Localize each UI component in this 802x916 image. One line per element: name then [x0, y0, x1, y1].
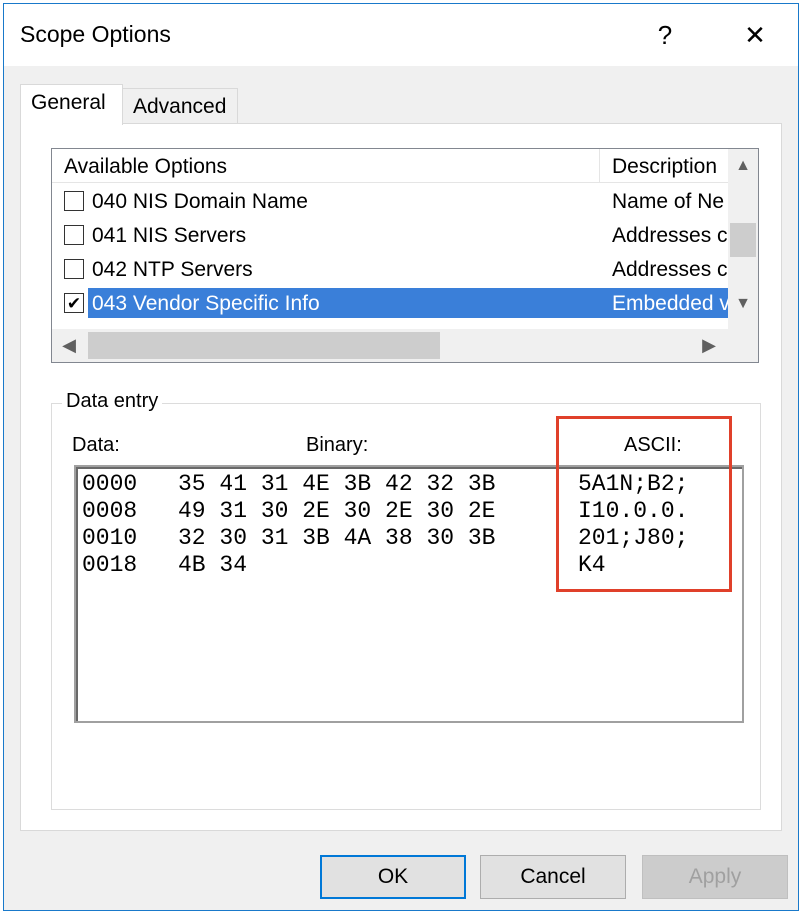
apply-button[interactable]: Apply	[642, 855, 788, 899]
option-description: Name of Ne	[612, 190, 725, 213]
hex-ascii[interactable]: 5A1N;B2;	[578, 471, 688, 498]
hex-offset: 0008	[82, 498, 138, 524]
hex-bytes[interactable]: 35 41 31 4E 3B 42 32 3B	[178, 471, 495, 498]
help-button[interactable]: ?	[630, 4, 700, 66]
column-header-description[interactable]: Description	[600, 149, 728, 183]
hex-offset: 0010	[82, 525, 138, 551]
tab-strip: General Advanced	[20, 84, 780, 125]
scroll-left-arrow-icon[interactable]: ◀	[52, 329, 86, 362]
help-icon: ?	[657, 19, 673, 50]
column-header-available-options[interactable]: Available Options	[52, 149, 600, 183]
option-name: 042 NTP Servers	[92, 258, 253, 281]
hex-row: 0008 49 31 30 2E 30 2E 30 2E I10.0.0.	[82, 498, 688, 525]
data-entry-label: Data entry	[62, 390, 163, 413]
tab-general[interactable]: General	[20, 84, 123, 125]
option-checkbox[interactable]	[64, 259, 84, 279]
option-checkbox[interactable]	[64, 225, 84, 245]
tab-advanced[interactable]: Advanced	[122, 88, 238, 124]
vertical-scrollbar[interactable]: ▲ ▼	[728, 149, 758, 329]
list-item[interactable]: 042 NTP Servers Addresses c	[52, 252, 728, 286]
hex-offset: 0000	[82, 471, 138, 497]
option-name: 043 Vendor Specific Info	[88, 288, 600, 318]
general-tab-panel: Available Options Description 040 NIS Do…	[20, 123, 782, 831]
horizontal-scroll-thumb[interactable]	[88, 332, 440, 359]
ok-button[interactable]: OK	[320, 855, 466, 899]
horizontal-scrollbar[interactable]: ◀ ▶	[52, 329, 728, 362]
option-description: Embedded v	[600, 288, 728, 318]
data-label: Data:	[72, 434, 120, 456]
hex-row: 0018 4B 34 K4	[82, 552, 606, 579]
scrollbar-corner	[728, 329, 758, 362]
ascii-label: ASCII:	[624, 434, 682, 456]
hex-row: 0000 35 41 31 4E 3B 42 32 3B 5A1N;B2;	[82, 471, 688, 498]
option-name: 040 NIS Domain Name	[92, 190, 308, 213]
hex-ascii[interactable]: 201;J80;	[578, 525, 688, 552]
checkmark-icon: ✔	[66, 293, 82, 313]
hex-ascii[interactable]: K4	[578, 552, 606, 579]
hex-offset: 0018	[82, 552, 138, 578]
available-options-list[interactable]: Available Options Description 040 NIS Do…	[51, 148, 759, 363]
hex-ascii[interactable]: I10.0.0.	[578, 498, 688, 525]
scroll-right-arrow-icon[interactable]: ▶	[692, 329, 726, 362]
binary-label: Binary:	[306, 434, 369, 456]
option-description: Addresses c	[612, 224, 728, 247]
data-entry-group: Data entry Data: Binary: ASCII: 0000 35 …	[51, 390, 761, 810]
scroll-up-arrow-icon[interactable]: ▲	[728, 151, 758, 181]
close-button[interactable]: ✕	[720, 4, 790, 66]
scope-options-dialog: Scope Options ? ✕ General Advanced Avail…	[3, 3, 799, 911]
list-header: Available Options Description	[52, 149, 728, 183]
hex-bytes[interactable]: 4B 34	[178, 552, 247, 579]
hex-bytes[interactable]: 49 31 30 2E 30 2E 30 2E	[178, 498, 495, 525]
option-description: Addresses c	[612, 258, 728, 281]
cancel-button[interactable]: Cancel	[480, 855, 626, 899]
hex-editor[interactable]: 0000 35 41 31 4E 3B 42 32 3B 5A1N;B2; 00…	[74, 465, 744, 723]
option-checkbox-checked[interactable]: ✔	[64, 293, 84, 313]
window-title: Scope Options	[20, 21, 171, 47]
scroll-down-arrow-icon[interactable]: ▼	[728, 289, 758, 319]
title-bar: Scope Options ? ✕	[4, 4, 798, 66]
vertical-scroll-thumb[interactable]	[730, 223, 756, 257]
option-name: 041 NIS Servers	[92, 224, 247, 247]
close-icon: ✕	[744, 19, 766, 50]
list-item[interactable]: 041 NIS Servers Addresses c	[52, 218, 728, 252]
list-item[interactable]: 040 NIS Domain Name Name of Ne	[52, 184, 728, 218]
hex-bytes[interactable]: 32 30 31 3B 4A 38 30 3B	[178, 525, 495, 552]
option-checkbox[interactable]	[64, 191, 84, 211]
list-item-selected[interactable]: ✔ 043 Vendor Specific Info Embedded v	[52, 286, 728, 320]
list-rows: 040 NIS Domain Name Name of Ne 041 NIS S…	[52, 184, 728, 320]
hex-row: 0010 32 30 31 3B 4A 38 30 3B 201;J80;	[82, 525, 688, 552]
